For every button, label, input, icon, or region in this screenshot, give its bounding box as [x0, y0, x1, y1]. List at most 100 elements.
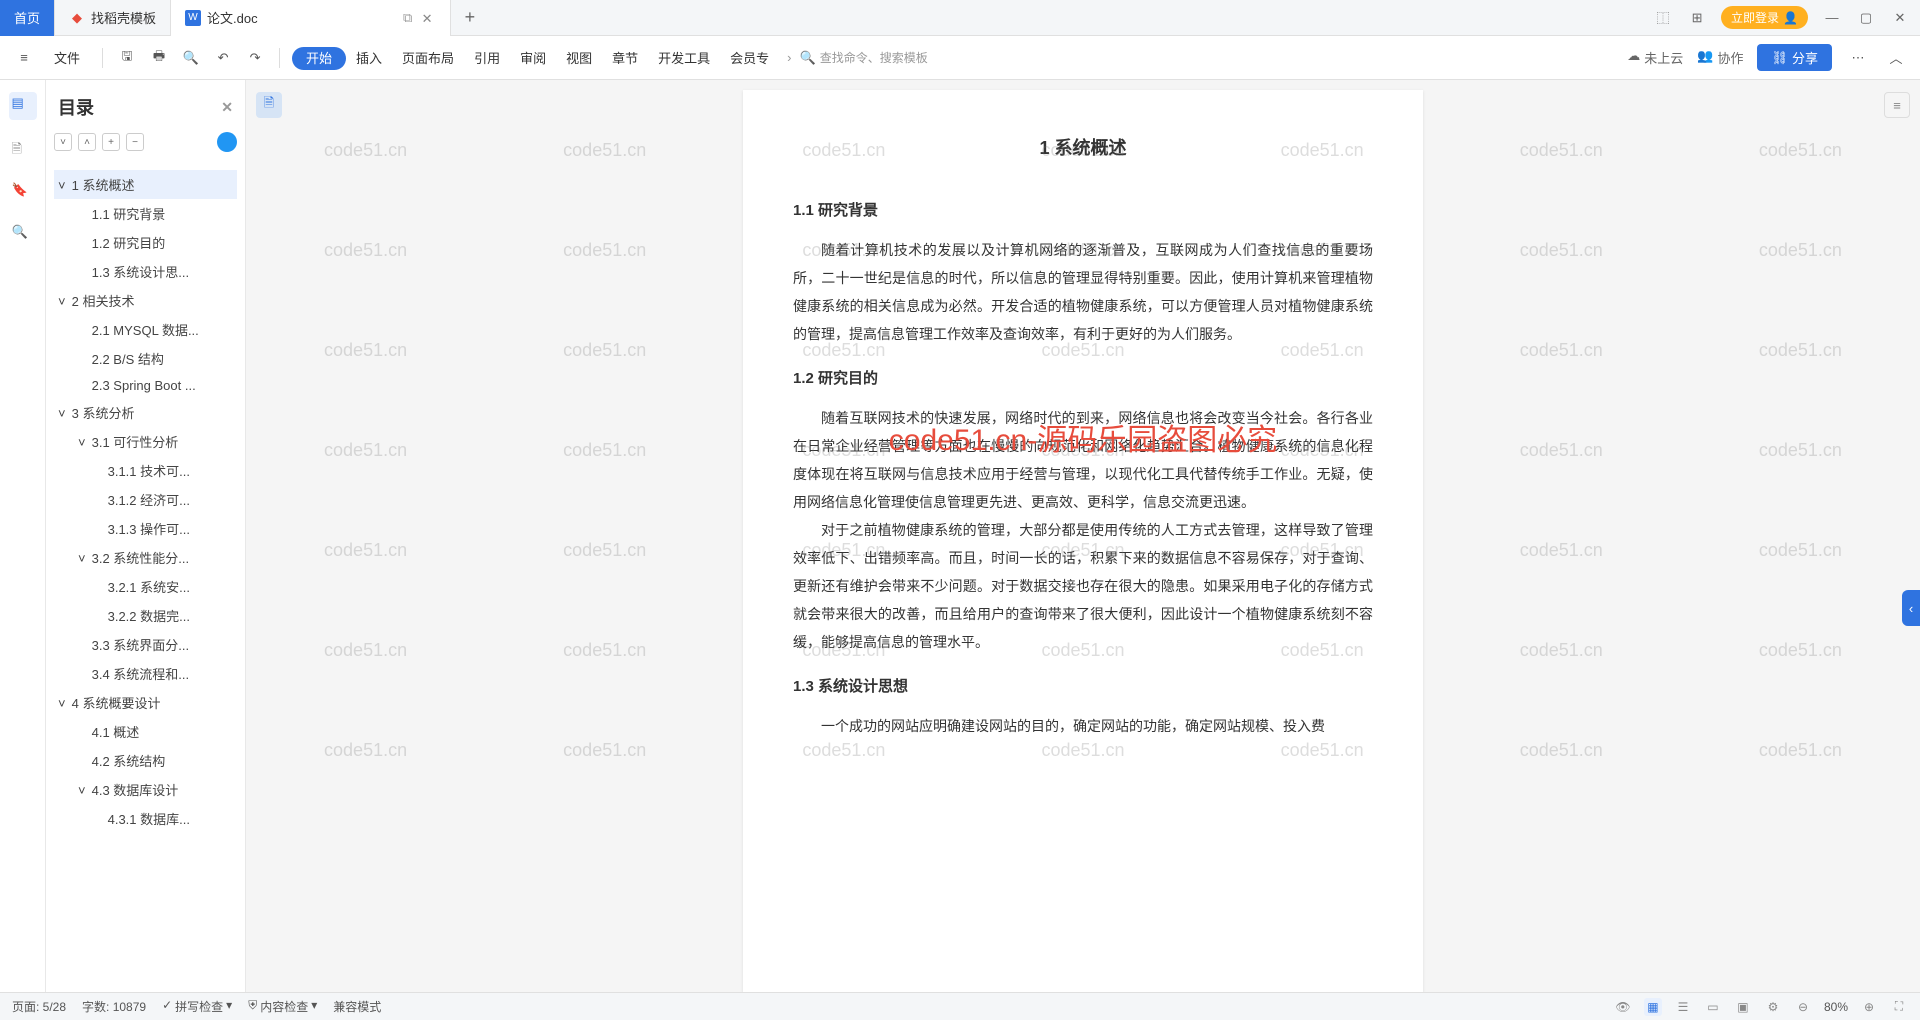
docer-icon: ◆	[69, 10, 85, 26]
menu-4[interactable]: 审阅	[510, 47, 556, 70]
toc-item[interactable]: 2.2 B/S 结构	[54, 344, 237, 373]
eye-icon[interactable]: 👁	[1614, 998, 1632, 1016]
add-tab-button[interactable]: +	[451, 7, 490, 28]
toc-item[interactable]: ˅ 4 系统概要设计	[54, 688, 237, 717]
cloud-icon: ☁	[1627, 48, 1640, 67]
preview-icon[interactable]: 🔍	[179, 46, 203, 70]
toc-item[interactable]: 4.2 系统结构	[54, 746, 237, 775]
toc-item[interactable]: 3.2.1 系统安...	[54, 572, 237, 601]
toc-item[interactable]: 4.3.1 数据库...	[54, 804, 237, 833]
tab-template[interactable]: ◆ 找稻壳模板	[55, 0, 171, 36]
outline-view-icon[interactable]: ☰	[1674, 998, 1692, 1016]
spellcheck-button[interactable]: ✓拼写检查▾	[162, 998, 232, 1015]
page-view-icon[interactable]: ▦	[1644, 998, 1662, 1016]
login-button[interactable]: 立即登录👤	[1721, 6, 1808, 29]
toc-item[interactable]: 3.3 系统界面分...	[54, 630, 237, 659]
settings-icon[interactable]: ⚙	[1764, 998, 1782, 1016]
toc-item[interactable]: 1.2 研究目的	[54, 228, 237, 257]
search-icon: 🔍	[800, 50, 816, 66]
menu-6[interactable]: 章节	[602, 47, 648, 70]
right-edge-tab[interactable]: ‹	[1902, 590, 1920, 626]
more-icon[interactable]: ⋯	[1846, 46, 1870, 70]
toc-item[interactable]: 2.1 MYSQL 数据...	[54, 315, 237, 344]
document-area[interactable]: 🗎 ≡ 1 系统概述 1.1 研究背景 随着计算机技术的发展以及计算机网络的逐渐…	[246, 80, 1920, 992]
toc-item[interactable]: 2.3 Spring Boot ...	[54, 373, 237, 398]
toc-item[interactable]: ˅ 2 相关技术	[54, 286, 237, 315]
tab-document[interactable]: W 论文.doc ⧉ ✕	[171, 0, 451, 36]
page-tool-left-icon[interactable]: 🗎	[256, 92, 282, 118]
close-sidebar-icon[interactable]: ✕	[221, 99, 233, 116]
page-count[interactable]: 页面: 5/28	[12, 998, 66, 1015]
window-detach-icon[interactable]: ⧉	[400, 10, 416, 26]
toc-item[interactable]: 1.1 研究背景	[54, 199, 237, 228]
toc-list: ˅ 1 系统概述 1.1 研究背景 1.2 研究目的 1.3 系统设计思...˅…	[54, 170, 237, 833]
left-iconbar: ▤ 🗎 🔖 🔍	[0, 80, 46, 992]
tab-home[interactable]: 首页	[0, 0, 55, 36]
menu-8[interactable]: 会员专	[720, 47, 779, 70]
statusbar: 页面: 5/28 字数: 10879 ✓拼写检查▾ ⛨内容检查▾ 兼容模式 👁 …	[0, 992, 1920, 1020]
web-view-icon[interactable]: ▭	[1704, 998, 1722, 1016]
collapse-all-icon[interactable]: ˅	[54, 133, 72, 151]
minimize-button[interactable]: —	[1822, 10, 1842, 25]
read-view-icon[interactable]: ▣	[1734, 998, 1752, 1016]
close-window-button[interactable]: ✕	[1890, 10, 1910, 26]
add-heading-icon[interactable]: +	[102, 133, 120, 151]
toc-item[interactable]: 4.1 概述	[54, 717, 237, 746]
menu-overflow-icon[interactable]: ›	[787, 50, 791, 65]
page-tool-right-icon[interactable]: ≡	[1884, 92, 1910, 118]
toc-item[interactable]: 3.2.2 数据完...	[54, 601, 237, 630]
zoom-out-icon[interactable]: ⊖	[1794, 998, 1812, 1016]
bookmark-icon[interactable]: 🔖	[12, 182, 34, 204]
expand-all-icon[interactable]: ˄	[78, 133, 96, 151]
zoom-level[interactable]: 80%	[1824, 1000, 1848, 1014]
toc-item[interactable]: ˅ 3.1 可行性分析	[54, 427, 237, 456]
menu-5[interactable]: 视图	[556, 47, 602, 70]
layout-icon[interactable]: ⿰	[1653, 8, 1673, 27]
undo-icon[interactable]: ↶	[211, 46, 235, 70]
cloud-status[interactable]: ☁未上云	[1627, 48, 1683, 67]
menu-1[interactable]: 插入	[346, 47, 392, 70]
share-button[interactable]: ⛓分享	[1757, 44, 1832, 71]
zoom-in-icon[interactable]: ⊕	[1860, 998, 1878, 1016]
toc-item[interactable]: 3.1.3 操作可...	[54, 514, 237, 543]
toc-item[interactable]: ˅ 3 系统分析	[54, 398, 237, 427]
print-icon[interactable]: 🖶	[147, 46, 171, 70]
collab-button[interactable]: 👥协作	[1697, 48, 1743, 67]
menu-2[interactable]: 页面布局	[392, 47, 464, 70]
save-icon[interactable]: 🖫	[115, 46, 139, 70]
word-doc-icon: W	[185, 10, 201, 26]
chevron-up-icon[interactable]: ︿	[1884, 46, 1908, 70]
toc-item[interactable]: 3.4 系统流程和...	[54, 659, 237, 688]
page-icon[interactable]: 🗎	[12, 140, 34, 162]
toc-item[interactable]: 1.3 系统设计思...	[54, 257, 237, 286]
file-menu[interactable]: 文件	[44, 44, 90, 71]
outline-icon[interactable]: ▤	[9, 92, 37, 120]
toc-item[interactable]: ˅ 1 系统概述	[54, 170, 237, 199]
menu-icon[interactable]: ≡	[12, 46, 36, 70]
heading-2: 1.1 研究背景	[793, 196, 1373, 226]
sync-icon[interactable]	[217, 132, 237, 152]
content-check-button[interactable]: ⛨内容检查▾	[248, 998, 317, 1015]
word-count[interactable]: 字数: 10879	[82, 998, 146, 1015]
fullscreen-icon[interactable]: ⛶	[1890, 998, 1908, 1016]
menu-3[interactable]: 引用	[464, 47, 510, 70]
toc-item[interactable]: 3.1.1 技术可...	[54, 456, 237, 485]
toolbar: ≡ 文件 🖫 🖶 🔍 ↶ ↷ 开始插入页面布局引用审阅视图章节开发工具会员专 ›…	[0, 36, 1920, 80]
close-icon[interactable]: ✕	[422, 11, 436, 25]
outline-tools: ˅ ˄ + −	[54, 124, 237, 160]
remove-heading-icon[interactable]: −	[126, 133, 144, 151]
search-panel-icon[interactable]: 🔍	[12, 224, 34, 246]
command-search[interactable]: 🔍 查找命令、搜索模板	[800, 49, 928, 66]
redo-icon[interactable]: ↷	[243, 46, 267, 70]
compat-mode[interactable]: 兼容模式	[333, 998, 381, 1015]
apps-icon[interactable]: ⊞	[1687, 10, 1707, 26]
toc-item[interactable]: ˅ 3.2 系统性能分...	[54, 543, 237, 572]
toc-item[interactable]: 3.1.2 经济可...	[54, 485, 237, 514]
sidebar-title: 目录 ✕	[54, 90, 237, 124]
maximize-button[interactable]: ▢	[1856, 10, 1876, 26]
toc-item[interactable]: ˅ 4.3 数据库设计	[54, 775, 237, 804]
menu-7[interactable]: 开发工具	[648, 47, 720, 70]
menu-0[interactable]: 开始	[292, 47, 346, 70]
heading-2: 1.2 研究目的	[793, 364, 1373, 394]
paragraph: 一个成功的网站应明确建设网站的目的，确定网站的功能，确定网站规模、投入费	[793, 712, 1373, 740]
